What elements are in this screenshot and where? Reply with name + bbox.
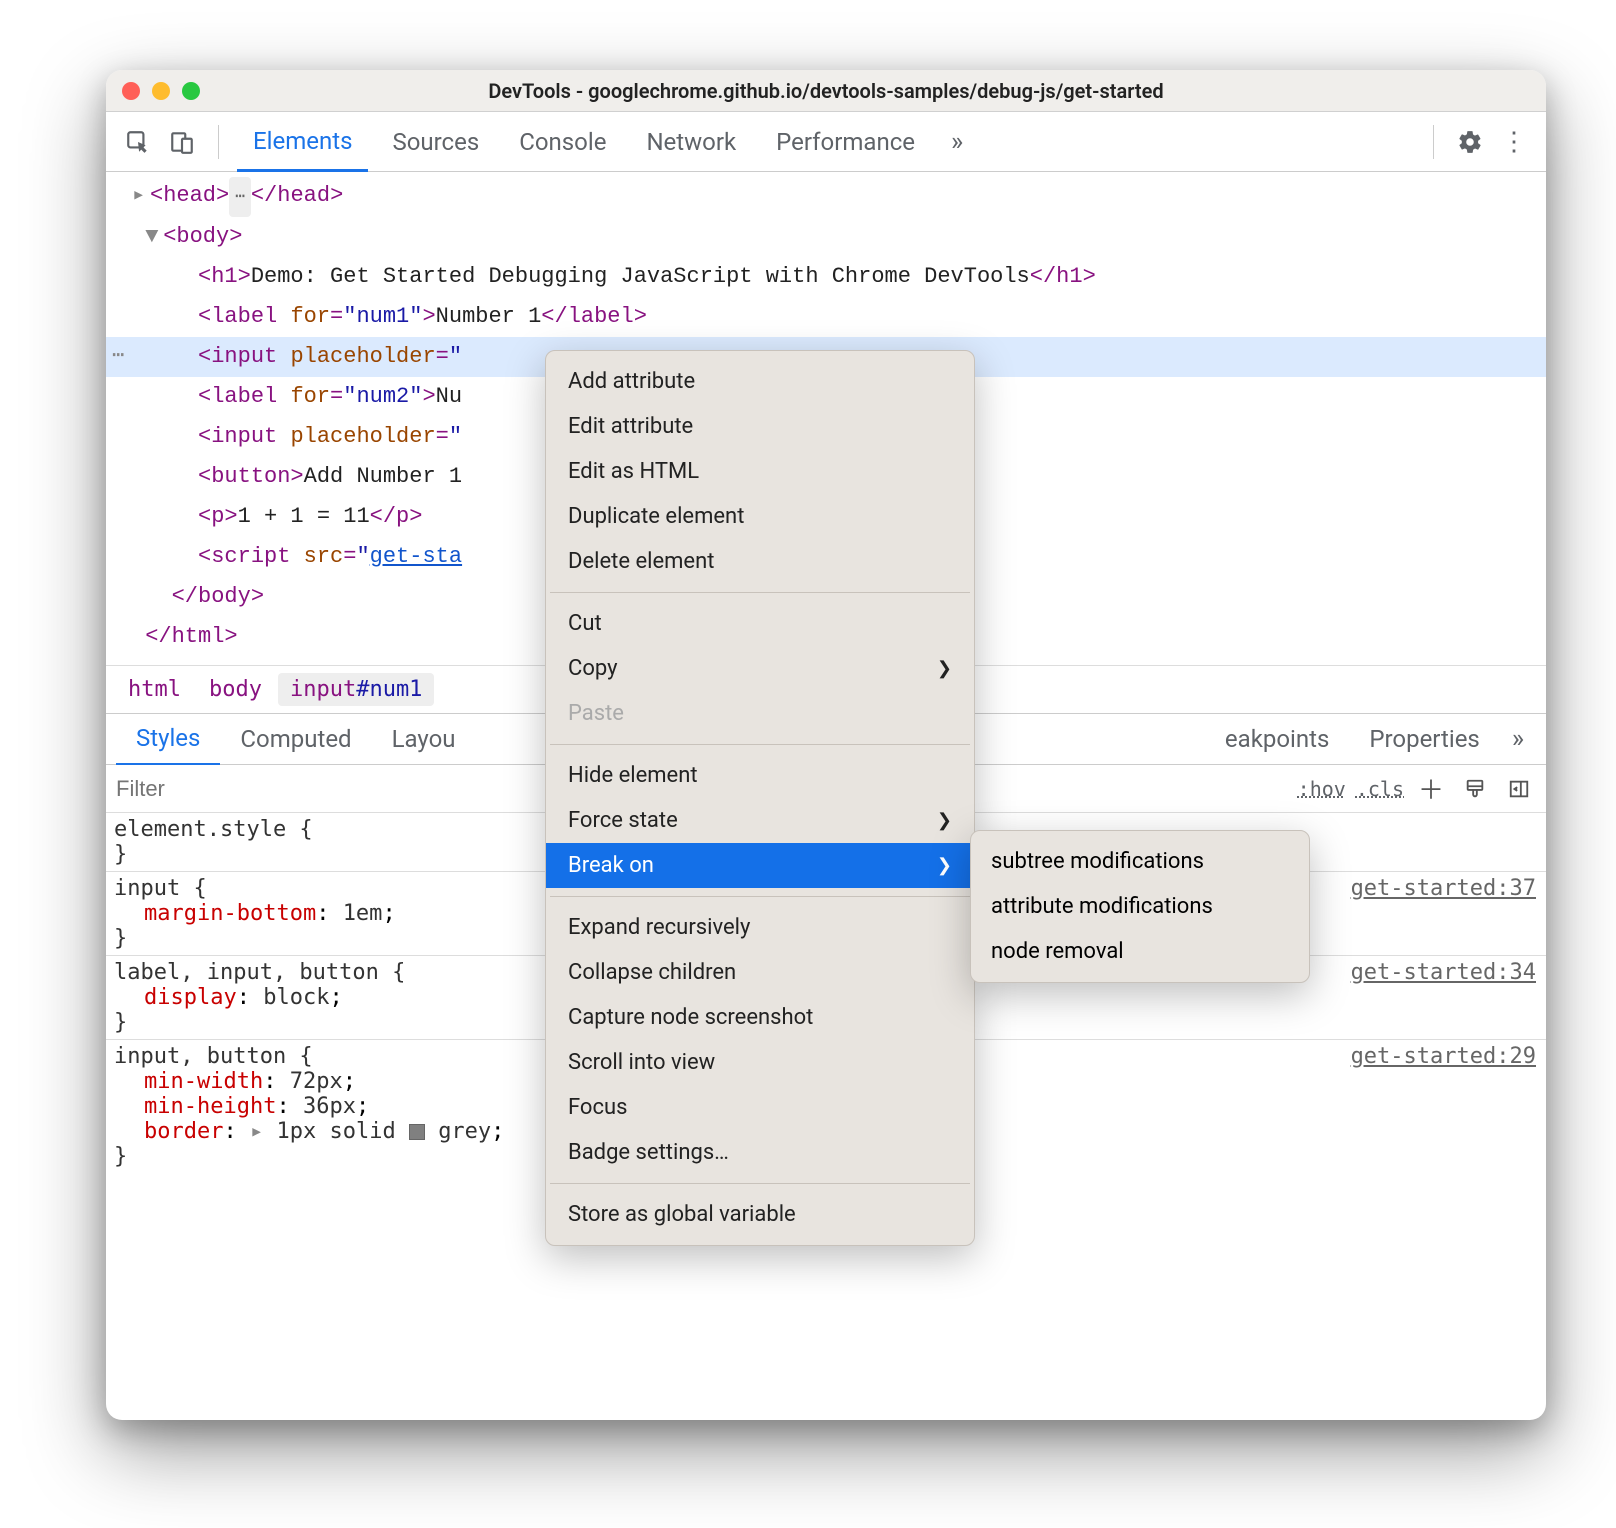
dom-node-h1[interactable]: <h1>Demo: Get Started Debugging JavaScri… [106, 257, 1546, 297]
settings-gear-icon[interactable] [1452, 124, 1488, 160]
color-swatch-icon[interactable] [409, 1124, 425, 1140]
ctx-badge-settings[interactable]: Badge settings… [546, 1130, 974, 1175]
rule-source-link[interactable]: get-started:34 [1351, 960, 1536, 985]
titlebar: DevTools - googlechrome.github.io/devtoo… [106, 70, 1546, 112]
tab-performance[interactable]: Performance [760, 112, 931, 172]
context-menu: Add attribute Edit attribute Edit as HTM… [545, 350, 975, 1246]
ctx-hide-element[interactable]: Hide element [546, 753, 974, 798]
dom-node-label1[interactable]: <label for="num1">Number 1</label> [106, 297, 1546, 337]
toolbar-separator [218, 125, 219, 159]
new-style-rule-icon[interactable]: ＋ [1414, 772, 1448, 806]
device-toolbar-icon[interactable] [164, 124, 200, 160]
ctx-force-state[interactable]: Force state❯ [546, 798, 974, 843]
hov-toggle[interactable]: :hov [1298, 777, 1346, 801]
tab-network[interactable]: Network [630, 112, 752, 172]
styles-more-chevron[interactable]: » [1500, 724, 1536, 754]
styles-tab-computed[interactable]: Computed [220, 713, 371, 765]
ctx-copy[interactable]: Copy❯ [546, 646, 974, 691]
window-minimize-button[interactable] [152, 82, 170, 100]
ctx-store-global[interactable]: Store as global variable [546, 1192, 974, 1237]
ctx-focus[interactable]: Focus [546, 1085, 974, 1130]
chevron-right-icon: ❯ [937, 852, 952, 879]
tab-elements[interactable]: Elements [237, 112, 368, 172]
rule-source-link[interactable]: get-started:37 [1351, 876, 1536, 901]
ctx-delete-element[interactable]: Delete element [546, 539, 974, 584]
window-title: DevTools - googlechrome.github.io/devtoo… [106, 79, 1546, 103]
more-tabs-chevron[interactable]: » [939, 127, 975, 157]
ctx-edit-attribute[interactable]: Edit attribute [546, 404, 974, 449]
styles-tab-styles[interactable]: Styles [116, 714, 220, 766]
tab-console[interactable]: Console [503, 112, 622, 172]
submenu-attribute-modifications[interactable]: attribute modifications [971, 884, 1309, 929]
window-close-button[interactable] [122, 82, 140, 100]
window-maximize-button[interactable] [182, 82, 200, 100]
submenu-subtree-modifications[interactable]: subtree modifications [971, 839, 1309, 884]
dom-node-head[interactable]: ▸<head>⋯</head> [106, 176, 1546, 217]
ctx-scroll-into-view[interactable]: Scroll into view [546, 1040, 974, 1085]
break-on-submenu: subtree modifications attribute modifica… [970, 830, 1310, 983]
styles-tab-properties[interactable]: Properties [1349, 713, 1499, 765]
ctx-edit-as-html[interactable]: Edit as HTML [546, 449, 974, 494]
rule-source-link[interactable]: get-started:29 [1351, 1044, 1536, 1069]
breadcrumb-body[interactable]: body [197, 673, 274, 706]
ctx-add-attribute[interactable]: Add attribute [546, 359, 974, 404]
traffic-lights [122, 82, 200, 100]
submenu-node-removal[interactable]: node removal [971, 929, 1309, 974]
cls-toggle[interactable]: .cls [1356, 777, 1404, 801]
styles-tab-layout[interactable]: Layou [372, 713, 476, 765]
breadcrumb-selected[interactable]: input#num1 [278, 673, 434, 706]
ctx-break-on[interactable]: Break on❯ [546, 843, 974, 888]
ctx-collapse-children[interactable]: Collapse children [546, 950, 974, 995]
paintbrush-icon[interactable] [1458, 772, 1492, 806]
breadcrumb-html[interactable]: html [116, 673, 193, 706]
ctx-expand-recursively[interactable]: Expand recursively [546, 905, 974, 950]
ctx-separator [550, 744, 970, 745]
ctx-capture-screenshot[interactable]: Capture node screenshot [546, 995, 974, 1040]
inspect-element-icon[interactable] [120, 124, 156, 160]
ctx-paste: Paste [546, 691, 974, 736]
toggle-computed-sidebar-icon[interactable] [1502, 772, 1536, 806]
tab-sources[interactable]: Sources [376, 112, 495, 172]
dom-node-body-open[interactable]: ▼<body> [106, 217, 1546, 257]
ctx-separator [550, 1183, 970, 1184]
chevron-right-icon: ❯ [937, 807, 952, 834]
styles-tab-breakpoints[interactable]: eakpoints [1205, 713, 1349, 765]
toolbar-separator [1433, 125, 1434, 159]
main-toolbar: Elements Sources Console Network Perform… [106, 112, 1546, 172]
ctx-separator [550, 896, 970, 897]
ctx-duplicate-element[interactable]: Duplicate element [546, 494, 974, 539]
kebab-menu-icon[interactable]: ⋮ [1496, 124, 1532, 160]
ctx-separator [550, 592, 970, 593]
ctx-cut[interactable]: Cut [546, 601, 974, 646]
chevron-right-icon: ❯ [937, 655, 952, 682]
